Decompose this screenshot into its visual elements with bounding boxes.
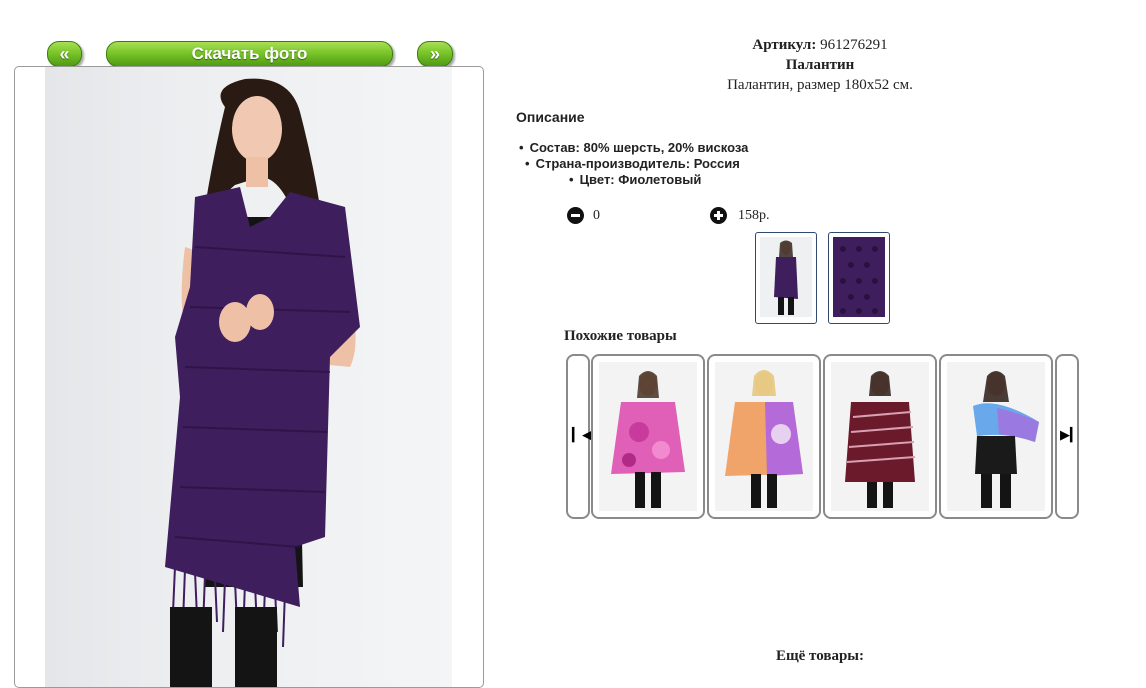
thumbnail-fabric[interactable] <box>828 232 890 324</box>
spec-country: Страна-производитель: Россия <box>525 156 740 171</box>
thumbnail-fabric-image <box>840 246 878 314</box>
next-photo-button[interactable]: » <box>417 41 453 67</box>
main-photo-frame <box>14 66 484 688</box>
download-photo-button[interactable]: Скачать фото <box>106 41 393 67</box>
skip-back-icon: ▎◀ <box>572 428 592 443</box>
more-products-heading: Ещё товары: <box>775 648 865 664</box>
main-product-photo[interactable] <box>45 67 452 687</box>
skip-forward-icon: ▶▎ <box>1060 428 1080 443</box>
sku-label: Артикул: <box>752 37 817 53</box>
quantity-value: 0 <box>593 208 600 223</box>
similar-product-card-4[interactable] <box>939 354 1053 519</box>
spec-composition: Состав: 80% шерсть, 20% вискоза <box>519 140 749 155</box>
slider-next-button[interactable]: ▶▎ <box>1055 354 1080 519</box>
similar-product-image-1 <box>599 362 697 511</box>
plus-circle-icon[interactable] <box>710 207 727 224</box>
similar-product-card-3[interactable] <box>823 354 937 519</box>
thumbnail-model[interactable] <box>755 232 817 324</box>
product-description: Палантин, размер 180х52 см. <box>727 77 913 93</box>
spec-color: Цвет: Фиолетовый <box>569 172 702 187</box>
sku-line: Артикул: 961276291 <box>660 37 980 54</box>
sku-value: 961276291 <box>820 37 888 53</box>
model-scarf-illustration <box>165 78 360 687</box>
similar-product-card-2[interactable] <box>707 354 821 519</box>
product-name: Палантин <box>785 57 855 73</box>
description-heading: Описание <box>516 109 585 125</box>
similar-product-card-1[interactable] <box>591 354 705 519</box>
similar-product-image-2 <box>715 362 813 511</box>
similar-product-image-4 <box>947 362 1045 511</box>
similar-products-heading: Похожие товары <box>564 328 677 344</box>
similar-product-image-3 <box>831 362 929 511</box>
prev-photo-button[interactable]: « <box>47 41 82 67</box>
minus-circle-icon[interactable] <box>567 207 584 224</box>
slider-prev-button[interactable]: ▎◀ <box>566 354 592 519</box>
thumbnail-model-image <box>774 240 798 315</box>
price-value: 158р. <box>738 208 770 223</box>
